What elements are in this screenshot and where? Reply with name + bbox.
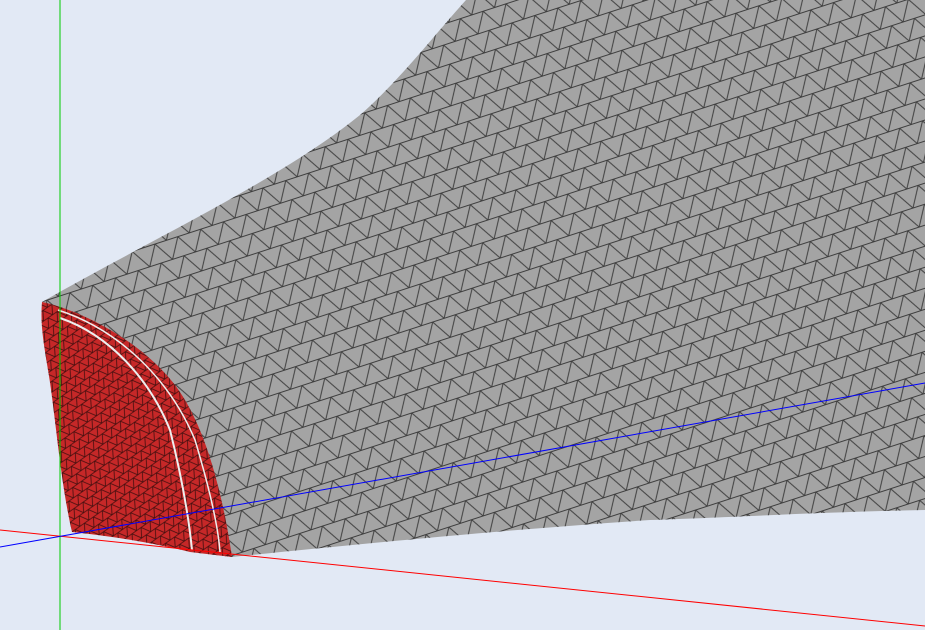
mesh-scene[interactable]: [0, 0, 925, 630]
3d-viewport[interactable]: [0, 0, 925, 630]
